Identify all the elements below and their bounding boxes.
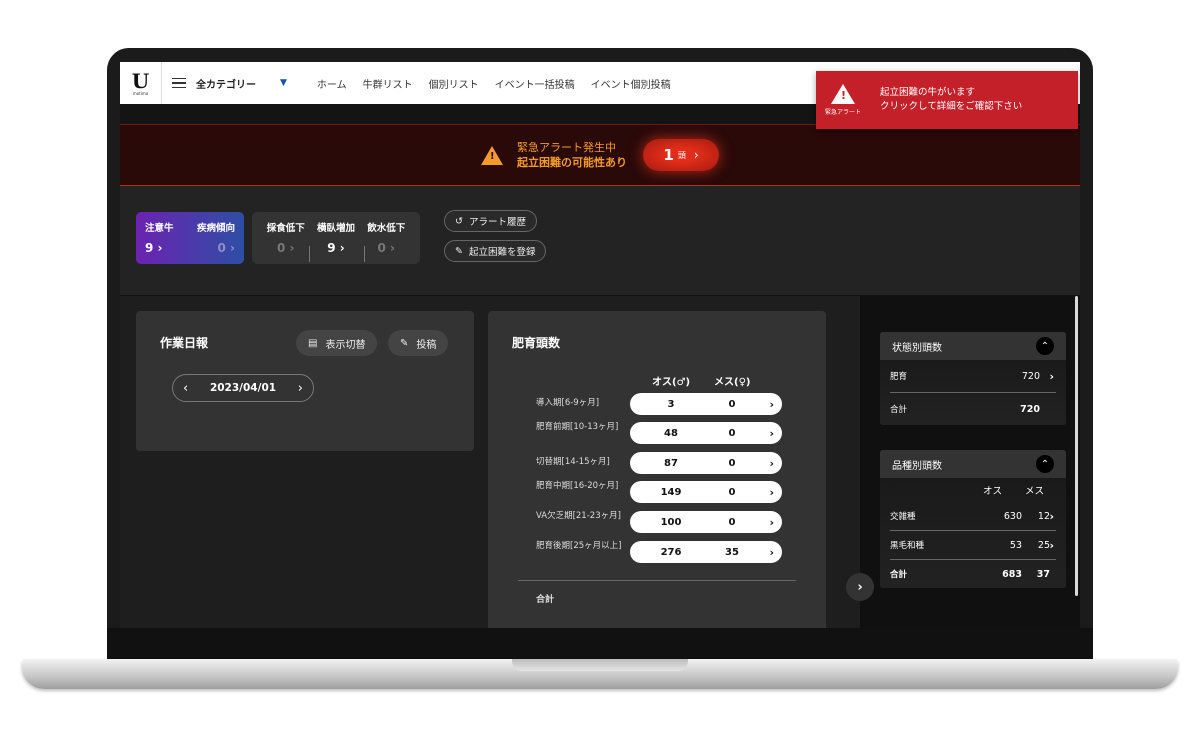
sidebar-expand-button[interactable]: › [846,573,874,601]
main-content: 作業日報 ▤ 表示切替 ✎ 投稿 ‹ 2023/04/01 › 肥育頭数 オス(… [120,296,1080,628]
chevron-right-icon: › [769,485,774,499]
chevron-right-icon: › [693,148,699,162]
stat-label-feeding: 採食低下 [266,223,305,234]
chevron-right-icon[interactable]: › [298,381,303,396]
chevron-right-icon: › [769,397,774,411]
banner-message: 緊急アラート発生中 起立困難の可能性あり [517,141,627,169]
status-row[interactable]: 肥育 720 › [890,360,1056,392]
nav-link-herd-list[interactable]: 牛群リスト [363,76,413,91]
fattening-row-button[interactable]: 48 0 › [630,422,782,444]
stat-value-drinking[interactable]: 0 › [362,241,412,255]
laptop-notch [512,659,688,671]
chevron-left-icon[interactable]: ‹ [183,381,188,396]
fattening-count-card: 肥育頭数 オス(♂) メス(♀) 導入期[6-9ヶ月] 3 0 › 肥育前期[1… [488,311,826,628]
chevron-right-icon: › [769,456,774,470]
fattening-title: 肥育頭数 [512,336,561,350]
alert-count-button[interactable]: 1 頭 › [643,139,719,171]
chevron-right-icon: › [769,426,774,440]
chevron-right-icon: › [769,545,774,559]
fattening-row: VA欠乏期[21-23ヶ月] 100 0 › [488,509,826,535]
category-select[interactable]: 全カテゴリー ▼ [172,62,287,104]
divider [518,580,796,581]
breed-count-card: 品種別頭数 ⌃ オス メス 交雑種 630 12 › 黒毛和種 53 25 › … [880,450,1066,588]
stat-label-caution: 注意牛 [145,223,174,234]
stats-area: 注意牛 疾病傾向 9 › 0 › 採食低下 横臥増加 飲水低下 0 › 9 › … [120,186,1080,296]
warning-icon: ! [481,145,503,165]
category-label: 全カテゴリー [196,79,256,91]
register-standing-difficulty-button[interactable]: ✎ 起立困難を登録 [444,240,547,262]
caret-down-icon: ▼ [280,78,287,88]
stat-value-disease[interactable]: 0 › [192,241,235,255]
alert-toast[interactable]: ! 緊急アラート 起立困難の牛がいます クリックして詳細をご確認下さい [816,71,1078,129]
edit-icon: ✎ [400,337,409,349]
scrollbar[interactable] [1075,296,1078,596]
col-header-female: メス(♀) [714,377,751,388]
caution-stats-card[interactable]: 注意牛 疾病傾向 9 › 0 › [136,212,244,264]
breed-row[interactable]: 交雑種 630 12 › [890,502,1056,530]
fattening-row-button[interactable]: 100 0 › [630,511,782,533]
breed-header-row: オス メス [982,486,1044,497]
menu-icon [172,78,186,88]
report-date: 2023/04/01 [209,382,277,394]
stat-value-lying[interactable]: 9 › [311,241,361,255]
work-report-card: 作業日報 ▤ 表示切替 ✎ 投稿 ‹ 2023/04/01 › [136,311,474,451]
status-total-row: 合計 720 [890,403,1040,416]
fattening-row: 肥育前期[10-13ヶ月] 48 0 › [488,420,826,446]
post-button[interactable]: ✎ 投稿 [388,330,449,356]
col-header-male: オス(♂) [652,377,691,388]
status-count-card: 状態別頭数 ⌃ 肥育 720 › 合計 720 [880,332,1066,425]
breed-total-row: 合計 683 37 [890,568,1050,581]
fattening-row: 切替期[14-15ヶ月] 87 0 › [488,450,826,476]
breed-count-header[interactable]: 品種別頭数 ⌃ [880,450,1066,478]
breed-row[interactable]: 黒毛和種 53 25 › [890,531,1056,559]
toast-tag: 緊急アラート [824,109,861,116]
stat-value-feeding[interactable]: 0 › [261,241,311,255]
fattening-row: 導入期[6-9ヶ月] 3 0 › [488,391,826,417]
toast-icon-block: ! 緊急アラート [816,84,870,116]
fattening-row-button[interactable]: 149 0 › [630,481,782,503]
fattening-row: 肥育後期[25ヶ月以上] 276 35 › [488,539,826,565]
date-navigator: ‹ 2023/04/01 › [172,374,314,402]
behavior-stats-card[interactable]: 採食低下 横臥増加 飲水低下 0 › 9 › 0 › [252,212,420,264]
nav-link-individual-event[interactable]: イベント個別投稿 [591,76,671,91]
alert-history-button[interactable]: ↺ アラート履歴 [444,210,537,232]
app-logo[interactable]: U motimo [120,62,162,104]
status-count-header[interactable]: 状態別頭数 ⌃ [880,332,1066,360]
edit-icon: ✎ [455,245,463,257]
laptop-bezel [107,628,1093,660]
divider [364,246,365,262]
divider [309,246,310,262]
list-icon: ▤ [308,337,318,349]
collapse-icon[interactable]: ⌃ [1036,337,1054,355]
stat-value-caution[interactable]: 9 › [145,241,188,255]
toast-message: 起立困難の牛がいます クリックして詳細をご確認下さい [880,87,1023,112]
nav-link-bulk-event[interactable]: イベント一括投稿 [495,76,575,91]
fattening-total-label: 合計 [536,595,555,605]
chevron-right-icon: › [769,515,774,529]
nav-link-individual-list[interactable]: 個別リスト [429,76,479,91]
chevron-right-icon: › [1049,538,1054,552]
stat-label-lying: 横臥増加 [316,223,355,234]
nav-links: ホーム 牛群リスト 個別リスト イベント一括投稿 イベント個別投稿 [317,76,671,91]
fattening-row-button[interactable]: 276 35 › [630,541,782,563]
fattening-row: 肥育中期[16-20ヶ月] 149 0 › [488,479,826,505]
fattening-row-button[interactable]: 3 0 › [630,393,782,415]
collapse-icon[interactable]: ⌃ [1036,455,1054,473]
app-screen: U motimo 全カテゴリー ▼ ホーム 牛群リスト 個別リスト イベント一括… [120,62,1080,628]
emergency-banner: ! 緊急アラート発生中 起立困難の可能性あり 1 頭 › [120,124,1080,186]
fattening-row-button[interactable]: 87 0 › [630,452,782,474]
stat-label-disease: 疾病傾向 [196,223,235,234]
work-report-title: 作業日報 [160,336,209,350]
warning-icon: ! [831,84,855,104]
history-icon: ↺ [455,215,463,227]
chevron-right-icon: › [1049,369,1054,383]
stat-label-drinking: 飲水低下 [367,223,406,234]
chevron-right-icon: › [1049,509,1054,523]
nav-link-home[interactable]: ホーム [317,76,347,91]
toggle-view-button[interactable]: ▤ 表示切替 [296,330,378,356]
